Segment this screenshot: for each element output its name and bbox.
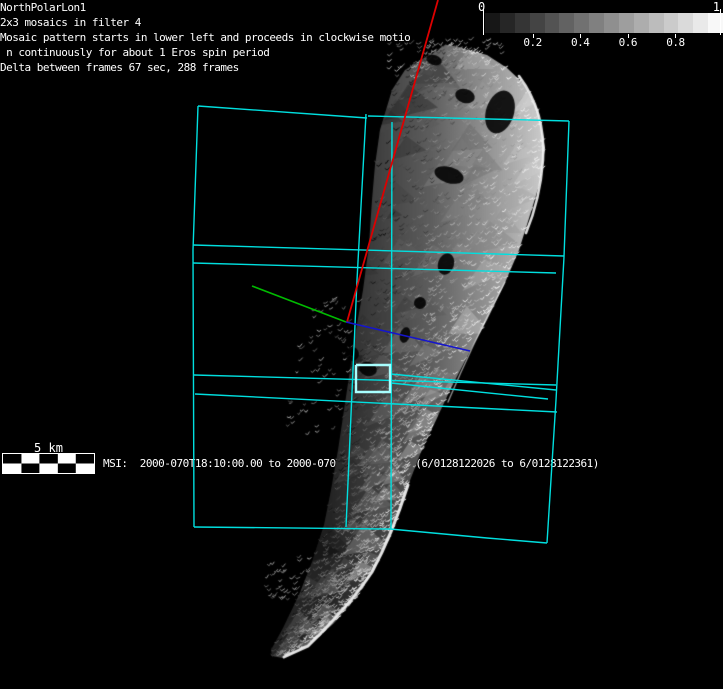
colorbar-max-label: 1	[713, 0, 720, 14]
mosaic-footprint-edge	[198, 106, 367, 118]
mosaic-footprint-edge	[193, 245, 564, 256]
scalebar-checker	[2, 453, 95, 474]
colorbar-step	[530, 13, 545, 33]
colorbar-left-tick	[483, 9, 484, 35]
colorbar-step	[559, 13, 574, 33]
colorbar-step	[664, 13, 679, 33]
colorbar-step	[500, 13, 515, 33]
colorbar-step	[604, 13, 619, 33]
y-axis-line	[346, 322, 470, 351]
current-frame-footprint	[356, 365, 390, 392]
mosaic-footprint-edge	[547, 121, 569, 543]
colorbar-minor-tick	[533, 34, 534, 38]
x-axis-line	[252, 286, 346, 322]
mosaic-footprint-edge	[391, 383, 548, 399]
colorbar-step	[485, 13, 500, 33]
mosaic-footprint-edge	[368, 116, 569, 121]
mosaic-footprint-edge	[346, 114, 366, 527]
spin-axis-line	[347, 0, 438, 322]
mosaic-footprint-edge	[391, 374, 556, 390]
mosaic-footprint-edge	[193, 263, 556, 273]
colorbar: 0 1 0.2 0.4 0.6 0.8	[477, 0, 723, 52]
colorbar-gradient	[485, 13, 723, 33]
colorbar-step	[678, 13, 693, 33]
colorbar-step	[515, 13, 530, 33]
scalebar: 5 km	[0, 441, 100, 477]
mosaic-footprint-overlay	[0, 0, 723, 689]
mosaic-footprint-edge	[391, 122, 392, 529]
colorbar-step	[649, 13, 664, 33]
mosaic-footprint-edge	[194, 527, 547, 543]
colorbar-step	[693, 13, 708, 33]
colorbar-minor-tick	[628, 34, 629, 38]
mosaic-footprint-edge	[195, 394, 557, 412]
colorbar-step	[589, 13, 604, 33]
colorbar-minor-tick	[675, 34, 676, 38]
mosaic-footprint-edge	[193, 106, 198, 527]
colorbar-right-tick	[720, 9, 721, 35]
3d-viewport[interactable]: MSI: 2000-070T18:10:00.00 to 2000-070T18…	[0, 0, 723, 689]
colorbar-step	[619, 13, 634, 33]
mosaic-footprint-edge	[194, 375, 556, 385]
colorbar-step	[574, 13, 589, 33]
colorbar-step	[634, 13, 649, 33]
colorbar-minor-tick	[580, 34, 581, 38]
colorbar-min-label: 0	[478, 0, 485, 14]
colorbar-step	[545, 13, 560, 33]
